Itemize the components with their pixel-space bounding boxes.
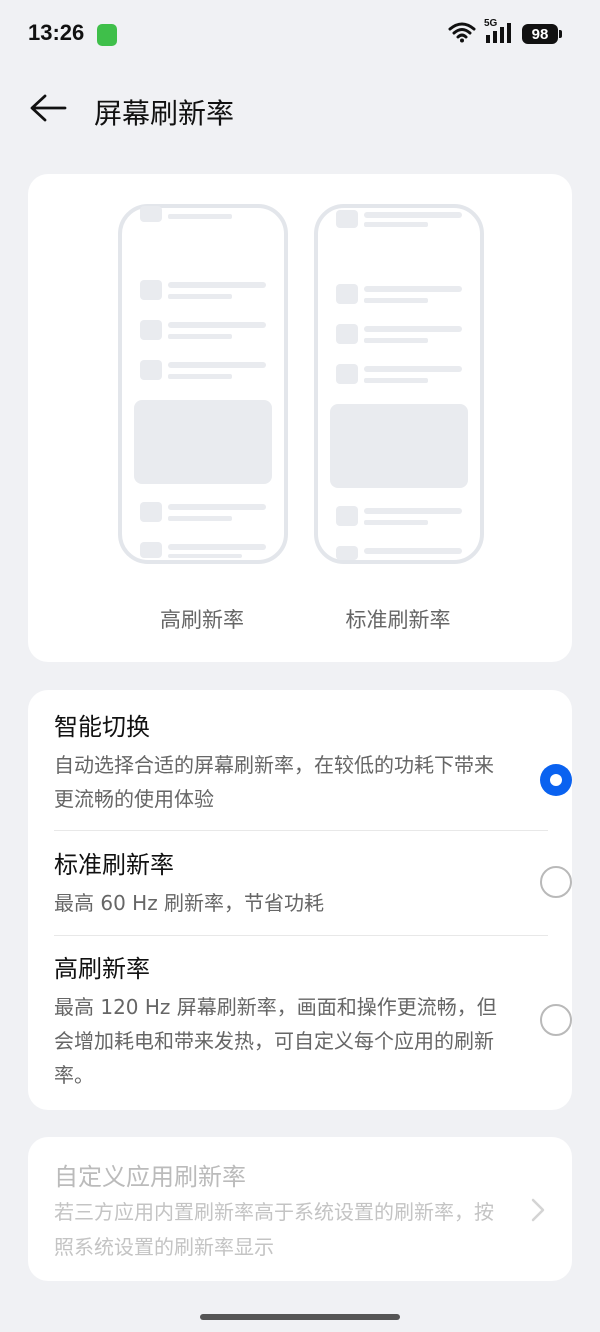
radio-unselected-icon[interactable] xyxy=(540,866,572,898)
option-high-refresh[interactable]: 高刷新率 最高 120 Hz 屏幕刷新率，画面和操作更流畅，但会增加耗电和带来发… xyxy=(54,952,572,1092)
chevron-right-icon xyxy=(530,1197,546,1223)
option-title: 标准刷新率 xyxy=(54,851,174,879)
custom-title: 自定义应用刷新率 xyxy=(54,1163,246,1191)
radio-selected-icon[interactable] xyxy=(540,764,572,796)
radio-unselected-icon[interactable] xyxy=(540,1004,572,1036)
refresh-options-card: 智能切换 自动选择合适的屏幕刷新率，在较低的功耗下带来更流畅的使用体验 标准刷新… xyxy=(28,690,572,1110)
header: 屏幕刷新率 xyxy=(0,82,600,138)
signal-icon: 5G xyxy=(484,18,514,47)
custom-description: 若三方应用内置刷新率高于系统设置的刷新率，按照系统设置的刷新率显示 xyxy=(54,1200,494,1259)
custom-app-refresh-card: 自定义应用刷新率 若三方应用内置刷新率高于系统设置的刷新率，按照系统设置的刷新率… xyxy=(28,1137,572,1281)
option-title: 高刷新率 xyxy=(54,955,150,983)
option-smart-switch[interactable]: 智能切换 自动选择合适的屏幕刷新率，在较低的功耗下带来更流畅的使用体验 xyxy=(54,710,572,816)
divider xyxy=(54,830,548,831)
divider xyxy=(54,935,548,936)
option-description: 自动选择合适的屏幕刷新率，在较低的功耗下带来更流畅的使用体验 xyxy=(54,753,494,811)
preview-label-standard: 标准刷新率 xyxy=(345,608,451,632)
high-refresh-preview xyxy=(118,204,288,564)
option-description: 最高 60 Hz 刷新率，节省功耗 xyxy=(54,891,325,915)
standard-refresh-preview xyxy=(314,204,484,564)
network-type: 5G xyxy=(484,18,498,29)
back-button[interactable] xyxy=(26,88,70,132)
status-time: 13:26 xyxy=(28,20,85,45)
status-icons: 5G 98 xyxy=(448,18,562,47)
status-bar: 13:26 5G 98 xyxy=(0,0,600,70)
option-standard-refresh[interactable]: 标准刷新率 最高 60 Hz 刷新率，节省功耗 xyxy=(54,848,572,920)
wifi-icon xyxy=(448,21,476,47)
page-title: 屏幕刷新率 xyxy=(94,97,235,130)
app-notification-icon xyxy=(97,24,117,46)
preview-card: 高刷新率 标准刷新率 xyxy=(28,174,572,662)
battery-icon: 98 xyxy=(522,24,562,44)
battery-level: 98 xyxy=(531,25,549,43)
option-title: 智能切换 xyxy=(54,713,150,741)
option-description: 最高 120 Hz 屏幕刷新率，画面和操作更流畅，但会增加耗电和带来发热，可自定… xyxy=(54,995,497,1087)
arrow-left-icon xyxy=(29,93,67,127)
preview-label-high: 高刷新率 xyxy=(160,608,244,632)
home-indicator[interactable] xyxy=(200,1314,400,1320)
